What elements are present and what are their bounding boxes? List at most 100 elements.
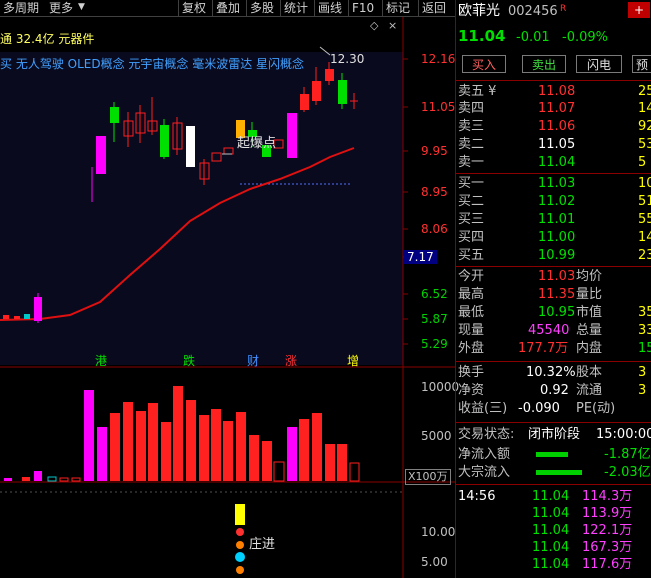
ask-price[interactable]: 11.04 (538, 154, 575, 171)
indicator-dot-2 (236, 541, 244, 549)
tick-price: 11.04 (532, 506, 570, 521)
chart-toolbar: 多周期 更多 ▼ 复权 叠加 多股 统计 画线 F10 标记 返回 (0, 0, 455, 17)
diamond-icon[interactable]: ◇ (370, 19, 379, 32)
candle-white (186, 126, 195, 167)
toolbar-multi-stock[interactable]: 多股 (246, 0, 277, 16)
divider (456, 484, 651, 485)
stock-name: 欧菲光 (458, 3, 500, 19)
trade-status-value: 闭市阶段 (528, 427, 581, 442)
indicator-tick: 5.00 (421, 555, 448, 569)
price-tick: 8.06 (421, 222, 448, 236)
peak-price-label: 12.30 (330, 52, 365, 66)
kline-chart-panel[interactable]: ◇ × 通 32.4亿 元器件 买 无人驾驶 OLED概念 元宇宙概念 毫米波雷… (0, 17, 459, 578)
tick-vol: 167.3万 (582, 540, 633, 555)
ask-vol: 53 (638, 137, 651, 152)
stat-label: 收益(三) (458, 401, 508, 416)
event-marker-rise[interactable]: 涨 (285, 354, 297, 368)
ask-price[interactable]: 11.06 (538, 118, 575, 135)
bid-vol: 23 (638, 248, 651, 263)
stat-value: 33 (638, 323, 651, 338)
butterfly-icon (235, 552, 245, 562)
stat-value: 35 (638, 305, 651, 320)
ask-price[interactable]: 11.08 (538, 83, 575, 100)
price-change-pct: -0.09% (562, 30, 608, 45)
sell-button[interactable]: 卖出 (522, 55, 566, 73)
stat-value: 10.95 (538, 305, 576, 320)
stat-label: 换手 (458, 365, 485, 380)
tick-price: 11.04 (532, 489, 570, 504)
bid-price[interactable]: 11.00 (538, 229, 575, 246)
event-marker-add[interactable]: 增 (347, 354, 359, 368)
event-marker-hk[interactable]: 港 (95, 354, 107, 368)
indicator-dot-3 (236, 566, 244, 574)
stat-label: 现量 (458, 323, 485, 338)
stat-label: 净资 (458, 383, 485, 398)
candle-magenta-3 (287, 113, 297, 158)
last-price: 11.04 (458, 27, 506, 45)
query-button[interactable]: 闪电 (576, 55, 622, 73)
flow-label: 大宗流入 (458, 465, 511, 480)
ask-vol: 92 (638, 119, 651, 134)
bid-vol: 55 (638, 212, 651, 227)
stat-value: 15 (638, 341, 651, 356)
close-icon[interactable]: × (388, 19, 397, 32)
tick-price: 11.04 (532, 557, 570, 572)
ask-vol: 25 (638, 84, 651, 99)
price-tick: 9.95 (421, 144, 448, 158)
stat-value: 11.03 (538, 269, 576, 284)
stat-label: 总量 (576, 323, 603, 338)
kline-chart-svg[interactable]: ◇ × (0, 17, 455, 578)
indicator-label: 庄进 (249, 537, 276, 552)
ask-price[interactable]: 11.05 (538, 136, 575, 153)
flow-label: 净流入额 (458, 447, 511, 462)
indicator-tick: 10.00 (421, 525, 456, 539)
stock-code: 002456 (508, 4, 558, 19)
toolbar-overlay[interactable]: 叠加 (212, 0, 243, 16)
price-tick: 6.52 (421, 287, 448, 301)
ask-price[interactable]: 11.07 (538, 100, 575, 117)
bid-label: 买五 (458, 248, 485, 263)
ask-vol: 14 (638, 101, 651, 116)
stat-value: 45540 (528, 323, 570, 338)
flow-bar (536, 452, 568, 457)
toolbar-mark[interactable]: 标记 (382, 0, 413, 16)
toolbar-more[interactable]: 更多 (46, 0, 76, 16)
chevron-down-icon[interactable]: ▼ (78, 2, 85, 12)
more-button[interactable]: 预 (632, 55, 651, 73)
ask-label: 卖一 (458, 155, 485, 170)
stat-label: 今开 (458, 269, 485, 284)
tick-time: 14:56 (458, 489, 496, 504)
toolbar-back[interactable]: 返回 (418, 0, 449, 16)
stat-label: PE(动) (576, 401, 616, 416)
ask-label: 卖四 (458, 101, 485, 116)
bid-price[interactable]: 11.01 (538, 211, 575, 228)
toolbar-stats[interactable]: 统计 (280, 0, 311, 16)
bid-label: 买一 (458, 176, 485, 191)
event-marker-finance[interactable]: 财 (247, 354, 259, 368)
float-cap-text: 通 32.4亿 元器件 (0, 32, 95, 46)
buy-button[interactable]: 买入 (462, 55, 506, 73)
toolbar-f10[interactable]: F10 (348, 0, 377, 16)
toolbar-draw-line[interactable]: 画线 (314, 0, 345, 16)
tick-price: 11.04 (532, 540, 570, 555)
divider (456, 422, 651, 423)
bid-price[interactable]: 11.03 (538, 175, 575, 192)
bid-price[interactable]: 11.02 (538, 193, 575, 210)
stat-label: 均价 (576, 269, 603, 284)
toolbar-adjust[interactable]: 复权 (178, 0, 209, 16)
add-icon[interactable]: + (628, 2, 650, 18)
current-price-tag: 7.17 (404, 250, 437, 264)
toolbar-multi-period[interactable]: 多周期 (0, 0, 42, 16)
stat-label: 股本 (576, 365, 603, 380)
stat-value: 10.32% (526, 365, 576, 380)
bid-label: 买四 (458, 230, 485, 245)
candle-magenta-2 (96, 136, 106, 174)
r-badge: R (560, 4, 567, 14)
event-marker-drop[interactable]: 跌 (183, 354, 195, 368)
volume-bars (4, 386, 360, 482)
bid-price[interactable]: 10.99 (538, 247, 575, 264)
stat-value: 177.7万 (518, 341, 569, 356)
flow-value: -2.03亿 (604, 465, 651, 480)
divider (456, 361, 651, 362)
tick-price: 11.04 (532, 523, 570, 538)
